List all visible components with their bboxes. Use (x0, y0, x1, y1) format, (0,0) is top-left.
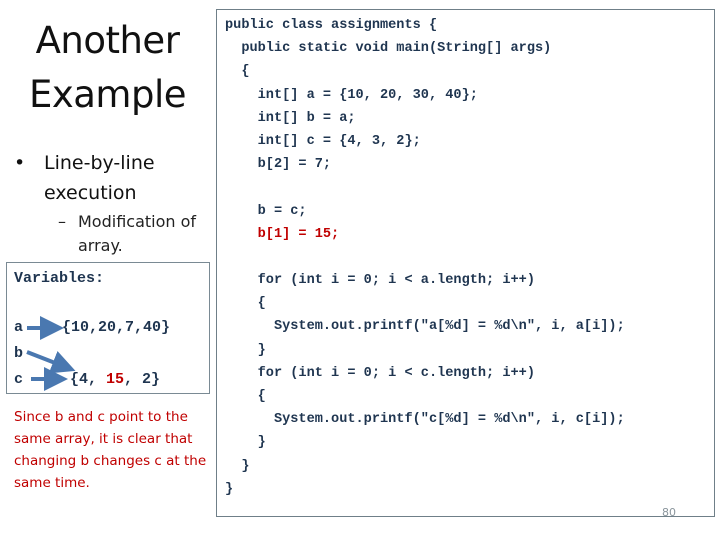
title-line-2: Example (28, 73, 187, 116)
explanation-note: Since b and c point to the same array, i… (14, 409, 207, 491)
bullet-dot-icon: • (14, 152, 26, 174)
code-line: { (225, 296, 266, 312)
page-number: 80 (662, 506, 676, 519)
code-line: } (225, 458, 250, 474)
code-line: { (225, 64, 250, 80)
code-line: int[] b = a; (225, 110, 356, 126)
code-line: } (225, 342, 266, 358)
sub-bullet-text: Modification of array. (78, 212, 197, 255)
code-line: b[2] = 7; (225, 157, 332, 173)
code-listing: public class assignments { public static… (225, 14, 625, 501)
dash-icon: – (58, 212, 66, 231)
code-line: for (int i = 0; i < c.length; i++) (225, 365, 535, 381)
code-line: int[] c = {4, 3, 2}; (225, 133, 421, 149)
code-line: } (225, 481, 234, 497)
code-line: { (225, 389, 266, 404)
code-line: b[1] = 15; (225, 226, 340, 242)
code-line: int[] a = {10, 20, 30, 40}; (225, 87, 478, 103)
code-line: for (int i = 0; i < a.length; i++) (225, 273, 535, 289)
code-line: System.out.printf("a[%d] = %d\n", i, a[i… (225, 319, 625, 335)
title-line-1: Another (35, 19, 180, 62)
code-line: public static void main(String[] args) (225, 41, 552, 57)
slide-title: Another Example (0, 14, 215, 122)
code-line: public class assignments { (225, 18, 438, 33)
bullet-text: Line-by-line execution (44, 152, 155, 204)
code-line: b = c; (225, 203, 307, 219)
code-line: } (225, 435, 266, 451)
reference-arrows (26, 316, 76, 391)
arrow-b-icon (26, 350, 76, 374)
code-box: public class assignments { public static… (216, 9, 715, 517)
code-line: System.out.printf("c[%d] = %d\n", i, c[i… (225, 412, 625, 428)
